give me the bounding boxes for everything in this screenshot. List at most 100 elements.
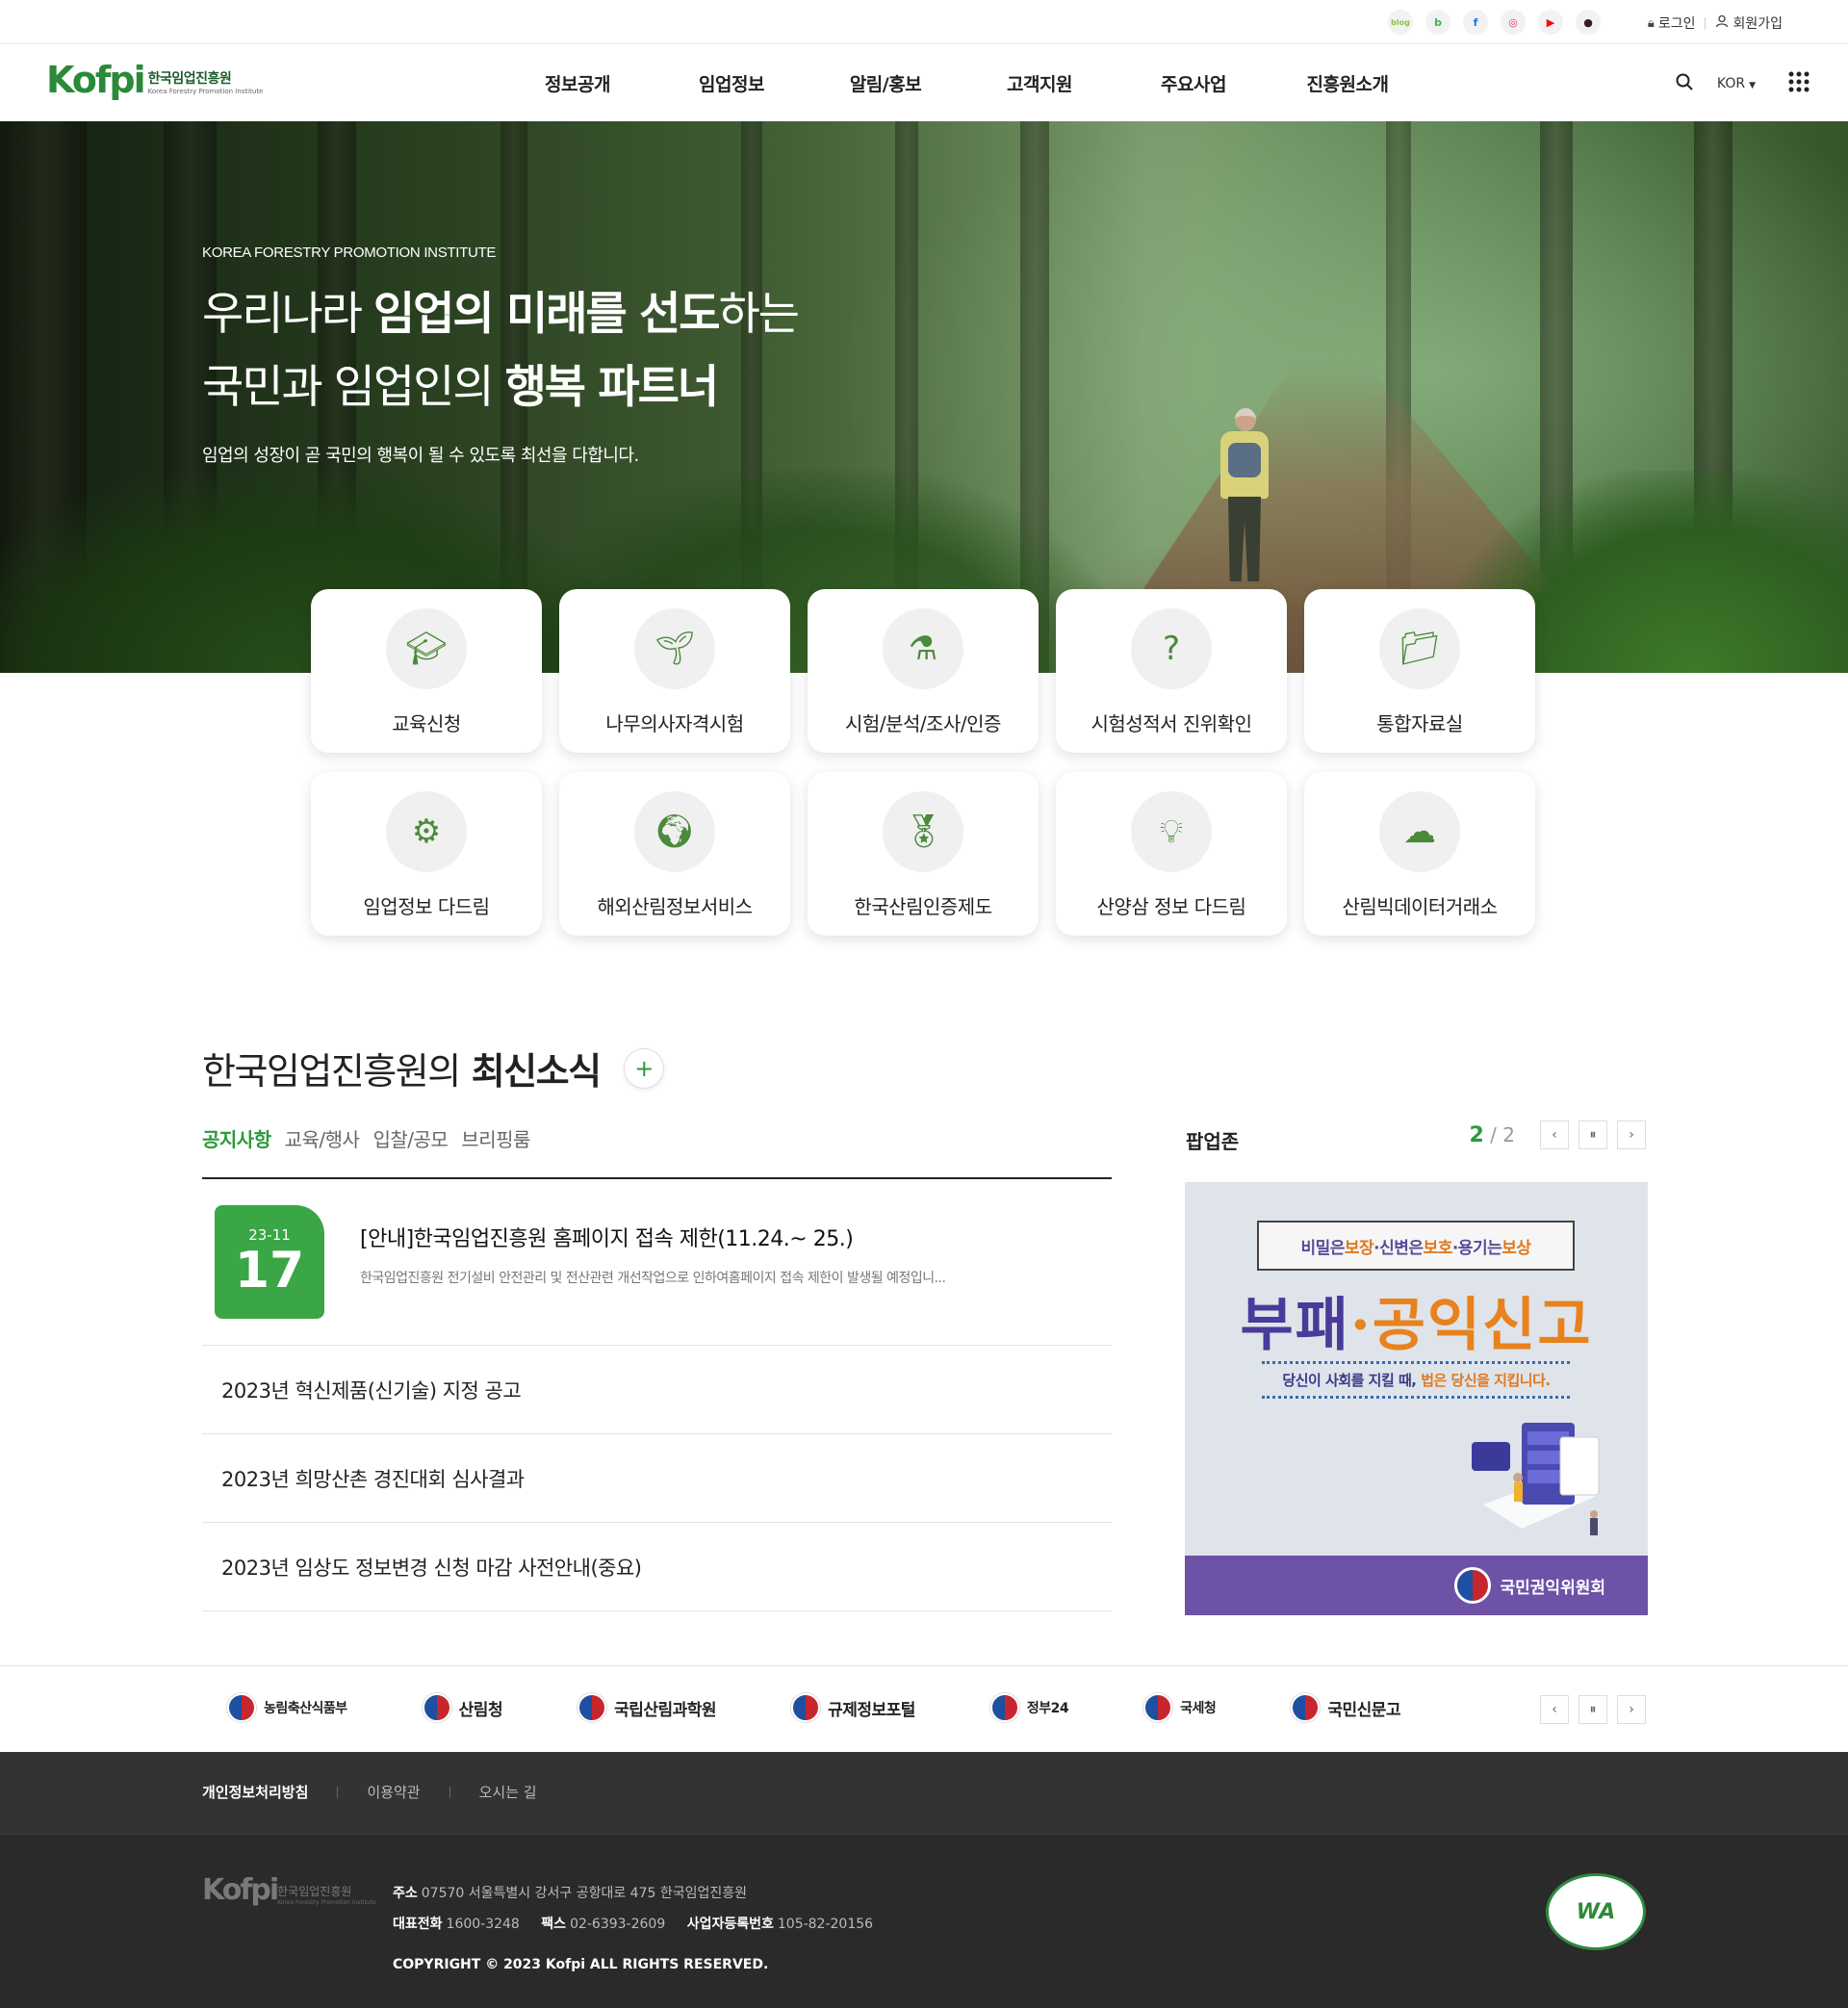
all-menu-icon[interactable] xyxy=(1788,71,1810,96)
featured-news[interactable]: 23-11 17 [안내]한국임업진흥원 홈페이지 접속 제한(11.24.~ … xyxy=(202,1179,1112,1346)
quick-menu-label: 교육신청 xyxy=(392,712,461,735)
related-site-link[interactable]: 산림청 xyxy=(422,1693,503,1722)
banner-tagline: 당신이 사회를 지킬 때, 법은 당신을 지킵니다. xyxy=(1185,1370,1648,1390)
kakao-icon[interactable]: ● xyxy=(1576,10,1601,35)
popup-banner[interactable]: 비밀은 보장 ·신변은 보호 ·용기는 보상 부패·공익신고 당신이 사회를 지킬 … xyxy=(1185,1182,1648,1615)
login-link[interactable]: 로그인 xyxy=(1658,13,1696,33)
related-site-link[interactable]: 국립산림과학원 xyxy=(578,1693,717,1722)
search-icon[interactable] xyxy=(1675,72,1694,95)
footer: Kofpi 한국임업진흥원 Korea Forestry Promotion I… xyxy=(0,1834,1848,2008)
lab-flask-icon: ⚗︎ xyxy=(883,608,963,689)
quick-menu-item[interactable]: ☁︎ 산림빅데이터거래소 xyxy=(1304,772,1535,936)
medal-icon: 🏅︎ xyxy=(883,791,963,872)
privacy-policy-link[interactable]: 개인정보처리방침 xyxy=(202,1782,308,1802)
quick-menu-item[interactable]: ⚙︎ 임업정보 다드림 xyxy=(311,772,542,936)
pause-icon: ⏸︎ xyxy=(1589,1702,1597,1717)
biz-value: 105-82-20156 xyxy=(777,1917,874,1932)
quote-f: 보상 xyxy=(1502,1238,1531,1258)
related-prev-button[interactable]: ‹ xyxy=(1540,1695,1569,1724)
related-next-button[interactable]: › xyxy=(1617,1695,1646,1724)
site-logo[interactable]: Kofpi 한국임업진흥원 Korea Forestry Promotion I… xyxy=(46,61,263,99)
quick-menu-item[interactable]: 📁︎ 통합자료실 xyxy=(1304,589,1535,753)
pause-icon: ⏸︎ xyxy=(1589,1127,1597,1143)
related-site-link[interactable]: 정부24 xyxy=(989,1693,1069,1722)
quick-menu-item[interactable]: 🎓︎ 교육신청 xyxy=(311,589,542,753)
news-more-button[interactable]: + xyxy=(623,1047,664,1089)
terms-link[interactable]: 이용약관 xyxy=(367,1782,420,1802)
dotted-rule xyxy=(1262,1361,1570,1364)
footer-contacts: 대표전화 1600-3248 팩스 02-6393-2609 사업자등록번호 105-… xyxy=(393,1909,873,1940)
nav-notice-pr[interactable]: 알림/홍보 xyxy=(808,70,962,96)
quick-menu: 🎓︎ 교육신청 🌱︎ 나무의사자격시험 ⚗︎ 시험/분석/조사/인증? 시험성적서 진위확인… xyxy=(311,589,1539,936)
news-section-title: 한국임업진흥원의 최신소식 + xyxy=(202,1042,664,1094)
featured-news-summary: 한국임업진흥원 전기설비 안전관리 및 전산관련 개선작업으로 인하여홈페이지 … xyxy=(360,1271,946,1286)
biz-label: 사업자등록번호 xyxy=(686,1917,774,1932)
directions-link[interactable]: 오시는 길 xyxy=(479,1782,537,1802)
tab-education-event[interactable]: 교육/행사 xyxy=(285,1124,360,1152)
related-site-link[interactable]: 규제정보포털 xyxy=(791,1693,915,1722)
user-links: 🔒︎ 로그인 회원가입 xyxy=(1648,13,1783,33)
footer-logo-text: 한국임업진흥원 Korea Forestry Promotion Institu… xyxy=(277,1883,376,1906)
quick-menu-item[interactable]: 💡︎ 산양삼 정보 다드림 xyxy=(1056,772,1287,936)
quick-menu-label: 한국산림인증제도 xyxy=(854,895,992,918)
fax-value: 02-6393-2609 xyxy=(570,1917,666,1932)
news-item[interactable]: 2023년 희망산촌 경진대회 심사결과 xyxy=(202,1434,1112,1523)
pause-button[interactable]: ⏸︎ xyxy=(1578,1120,1607,1149)
web-accessibility-mark: WA xyxy=(1546,1873,1646,1950)
signup-link[interactable]: 회원가입 xyxy=(1732,13,1783,33)
logo-mark: Kofpi xyxy=(46,59,146,101)
quick-menu-item[interactable]: 🌱︎ 나무의사자격시험 xyxy=(559,589,790,753)
language-select[interactable]: KOR ▼ xyxy=(1717,76,1756,91)
address-label: 주소 xyxy=(393,1886,418,1901)
quick-menu-item[interactable]: ? 시험성적서 진위확인 xyxy=(1056,589,1287,753)
banner-headline: 부패·공익신고 xyxy=(1185,1278,1648,1362)
popup-controls: 2 / 2 ‹ ⏸︎ › xyxy=(1470,1120,1646,1149)
next-button[interactable]: › xyxy=(1617,1120,1646,1149)
news-list: 23-11 17 [안내]한국임업진흥원 홈페이지 접속 제한(11.24.~ … xyxy=(202,1177,1112,1611)
header-tools: KOR ▼ xyxy=(1675,71,1810,96)
related-pause-button[interactable]: ⏸︎ xyxy=(1578,1695,1607,1724)
gear-tool-icon: ⚙︎ xyxy=(386,791,467,872)
tel-label: 대표전화 xyxy=(393,1917,443,1932)
instagram-icon[interactable]: ◎ xyxy=(1501,10,1526,35)
prev-button[interactable]: ‹ xyxy=(1540,1120,1569,1149)
head-bulb-icon: 💡︎ xyxy=(1131,791,1212,872)
quote-d: 보호 xyxy=(1423,1238,1453,1258)
quick-menu-item[interactable]: 🌍︎ 해외산림정보서비스 xyxy=(559,772,790,936)
nav-main-business[interactable]: 주요사업 xyxy=(1116,70,1270,96)
nav-forestry-info[interactable]: 임업정보 xyxy=(654,70,808,96)
tab-bid[interactable]: 입찰/공모 xyxy=(372,1124,448,1152)
address-value: 07570 서울특별시 강서구 공항대로 475 한국임업진흥원 xyxy=(421,1886,747,1901)
related-site-link[interactable]: 국민신문고 xyxy=(1291,1693,1401,1722)
hero-line2-b: 행복 파트너 xyxy=(504,361,720,414)
quick-menu-item[interactable]: 🏅︎ 한국산림인증제도 xyxy=(808,772,1039,936)
featured-news-title[interactable]: [안내]한국임업진흥원 홈페이지 접속 제한(11.24.~ 25.) xyxy=(360,1222,854,1252)
youtube-icon[interactable]: ▶ xyxy=(1538,10,1563,35)
related-site-link[interactable]: 농림축산식품부 xyxy=(227,1693,347,1722)
tab-notice[interactable]: 공지사항 xyxy=(202,1124,271,1152)
related-site-name: 국세청 xyxy=(1180,1701,1217,1716)
banner-quote: 비밀은 보장 ·신변은 보호 ·용기는 보상 xyxy=(1257,1221,1575,1271)
hero-headline: 우리나라 임업의 미래를 선도하는 국민과 임업인의 행복 파트너 xyxy=(202,278,800,425)
nav-customer-support[interactable]: 고객지원 xyxy=(962,70,1116,96)
facebook-icon[interactable]: f xyxy=(1463,10,1488,35)
banner-footer: 국민권익위원회 xyxy=(1185,1556,1648,1615)
news-item[interactable]: 2023년 임상도 정보변경 신청 마감 사전안내(중요) xyxy=(202,1523,1112,1611)
cloud-data-icon: ☁︎ xyxy=(1379,791,1460,872)
news-tabs: 공지사항 교육/행사 입찰/공모 브리핑룸 xyxy=(202,1124,530,1152)
quick-menu-item[interactable]: ⚗︎ 시험/분석/조사/인증 xyxy=(808,589,1039,753)
nav-about[interactable]: 진흥원소개 xyxy=(1270,70,1424,96)
blog-icon[interactable]: blog xyxy=(1388,10,1413,35)
quick-menu-label: 시험성적서 진위확인 xyxy=(1091,712,1252,735)
footer-logo-mark: Kofpi xyxy=(202,1873,279,1907)
news-item[interactable]: 2023년 혁신제품(신기술) 지정 공고 xyxy=(202,1346,1112,1434)
popup-total: / 2 xyxy=(1490,1122,1515,1146)
popup-zone-title: 팝업존 xyxy=(1186,1130,1240,1153)
tab-briefing[interactable]: 브리핑룸 xyxy=(461,1124,530,1152)
related-site-link[interactable]: 국세청 xyxy=(1143,1693,1217,1722)
quick-menu-label: 통합자료실 xyxy=(1376,712,1463,735)
band-icon[interactable]: b xyxy=(1425,10,1450,35)
nav-info-disclosure[interactable]: 정보공개 xyxy=(500,70,654,96)
related-sites: 농림축산식품부 산림청 국립산림과학원 규제정보포털 정부24 국세청 국민신문고 ‹ ⏸︎… xyxy=(0,1665,1848,1752)
footer-links: 개인정보처리방침 이용약관 오시는 길 xyxy=(202,1782,537,1802)
